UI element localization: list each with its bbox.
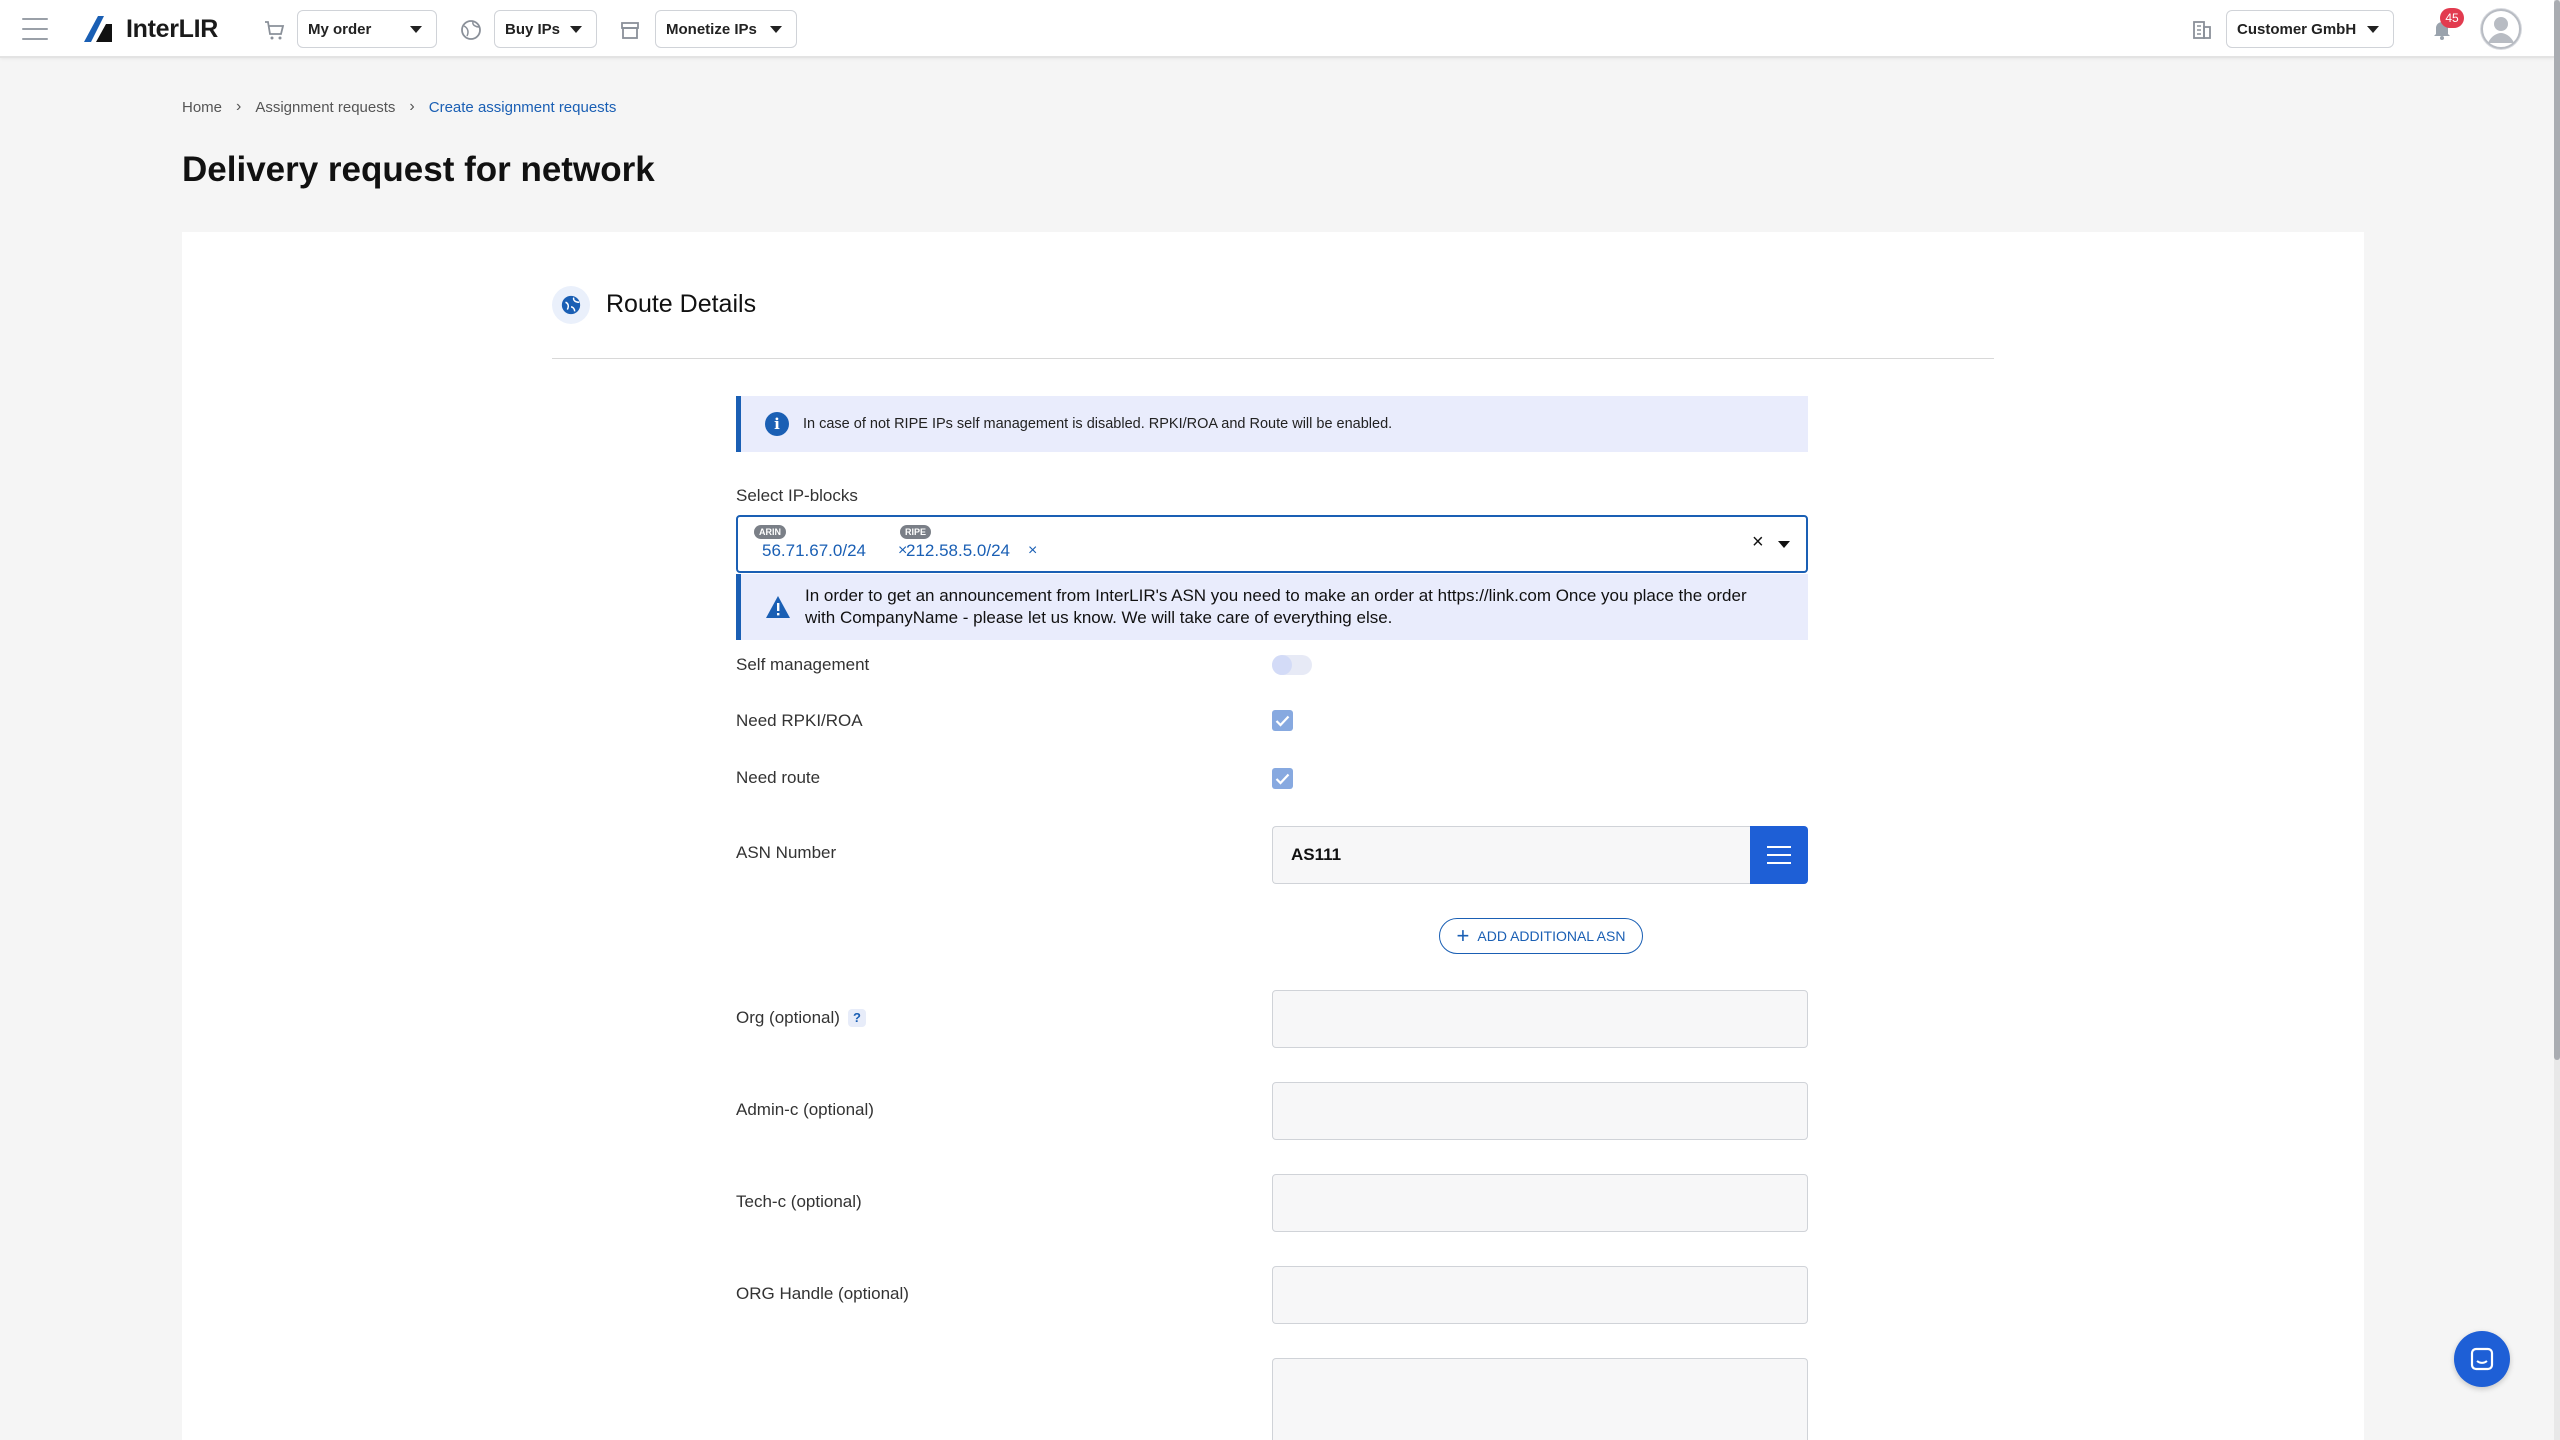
tech-c-input[interactable] xyxy=(1272,1174,1808,1232)
chevron-down-icon xyxy=(570,26,582,33)
registry-tag: RIPE xyxy=(900,525,932,539)
ip-block-chip: RIPE 212.58.5.0/24 × xyxy=(900,525,1050,565)
plus-icon: + xyxy=(1456,923,1470,948)
admin-c-label: Admin-c (optional) xyxy=(736,1100,874,1119)
asn-input[interactable]: AS111 xyxy=(1272,826,1750,884)
user-silhouette-icon xyxy=(2481,9,2521,49)
page-title: Delivery request for network xyxy=(182,150,655,189)
hamburger-icon[interactable] xyxy=(22,18,48,40)
org-label: Org (optional) xyxy=(736,1008,840,1027)
chat-launcher-button[interactable] xyxy=(2454,1331,2510,1387)
breadcrumb-home[interactable]: Home xyxy=(182,99,222,116)
breadcrumb-assignment-requests[interactable]: Assignment requests xyxy=(255,99,395,116)
checkmark-icon xyxy=(1275,715,1290,727)
toggle-knob xyxy=(1272,655,1292,675)
remove-chip-icon[interactable]: × xyxy=(1028,542,1037,560)
chevron-right-icon: › xyxy=(409,98,415,115)
logo-icon xyxy=(84,16,112,42)
breadcrumb-current: Create assignment requests xyxy=(428,98,617,116)
warning-alert: In order to get an announcement from Int… xyxy=(736,574,1808,640)
additional-textarea[interactable] xyxy=(1272,1358,1808,1440)
section-divider xyxy=(552,358,1994,359)
chat-icon xyxy=(2470,1347,2494,1371)
chevron-down-icon xyxy=(770,26,782,33)
info-message: In case of not RIPE IPs self management … xyxy=(803,416,1393,432)
top-navbar: InterLIR My order Buy IPs Monetize IPs C… xyxy=(0,0,2554,58)
asn-label: ASN Number xyxy=(736,843,837,862)
org-label-row: Org (optional)? xyxy=(736,1008,866,1028)
page-scrollbar-thumb[interactable] xyxy=(2554,0,2560,1060)
info-icon: i xyxy=(765,412,789,436)
self-management-label: Self management xyxy=(736,655,870,674)
clear-all-icon[interactable]: × xyxy=(1752,531,1764,554)
need-rpki-label: Need RPKI/ROA xyxy=(736,711,863,730)
asn-list-button[interactable] xyxy=(1750,826,1808,884)
globe-icon xyxy=(461,20,481,40)
org-handle-input[interactable] xyxy=(1272,1266,1808,1324)
my-order-label: My order xyxy=(308,20,372,38)
add-additional-asn-button[interactable]: + ADD ADDITIONAL ASN xyxy=(1439,918,1643,954)
chevron-down-icon xyxy=(2367,26,2379,33)
buy-ips-dropdown[interactable]: Buy IPs xyxy=(494,10,597,48)
logo-text: InterLIR xyxy=(126,14,219,43)
warning-line-2: with CompanyName - please let us know. W… xyxy=(805,608,1393,627)
add-asn-label: ADD ADDITIONAL ASN xyxy=(1477,928,1626,944)
org-handle-label: ORG Handle (optional) xyxy=(736,1284,909,1303)
globe-section-icon xyxy=(552,286,590,324)
company-dropdown[interactable]: Customer GmbH xyxy=(2226,10,2394,48)
building-icon xyxy=(2193,21,2211,39)
my-order-dropdown[interactable]: My order xyxy=(297,10,437,48)
section-title: Route Details xyxy=(606,290,757,318)
monetize-ips-dropdown[interactable]: Monetize IPs xyxy=(655,10,797,48)
list-icon xyxy=(1767,846,1791,848)
help-icon[interactable]: ? xyxy=(847,1009,866,1027)
need-route-checkbox[interactable] xyxy=(1272,768,1293,789)
org-input[interactable] xyxy=(1272,990,1808,1048)
checkmark-icon xyxy=(1275,773,1290,785)
monetize-ips-label: Monetize IPs xyxy=(666,20,757,38)
cart-icon xyxy=(265,21,285,40)
notification-badge: 45 xyxy=(2440,8,2464,28)
self-management-toggle[interactable] xyxy=(1272,655,1312,675)
buy-ips-label: Buy IPs xyxy=(505,20,561,38)
ip-blocks-label: Select IP-blocks xyxy=(736,486,858,505)
chevron-down-icon[interactable] xyxy=(1778,541,1790,548)
logo[interactable]: InterLIR xyxy=(82,12,218,46)
warning-line-1: In order to get an announcement from Int… xyxy=(805,586,1747,605)
registry-tag: ARIN xyxy=(754,525,786,539)
admin-c-input[interactable] xyxy=(1272,1082,1808,1140)
info-alert: i In case of not RIPE IPs self managemen… xyxy=(736,396,1808,452)
ip-block-value: 56.71.67.0/24 xyxy=(762,541,866,560)
warning-icon xyxy=(766,596,790,618)
ip-block-value: 212.58.5.0/24 xyxy=(906,541,1010,560)
store-icon xyxy=(621,22,639,39)
chevron-right-icon: › xyxy=(236,98,242,115)
tech-c-label: Tech-c (optional) xyxy=(736,1192,862,1211)
breadcrumb: Home › Assignment requests › Create assi… xyxy=(182,98,616,116)
ip-blocks-select[interactable]: ARIN 56.71.67.0/24 × RIPE 212.58.5.0/24 … xyxy=(736,515,1808,573)
need-rpki-checkbox[interactable] xyxy=(1272,710,1293,731)
company-label: Customer GmbH xyxy=(2237,20,2357,38)
ip-block-chip: ARIN 56.71.67.0/24 × xyxy=(754,525,907,565)
avatar[interactable] xyxy=(2480,8,2522,50)
need-route-label: Need route xyxy=(736,768,821,787)
chevron-down-icon xyxy=(410,26,422,33)
